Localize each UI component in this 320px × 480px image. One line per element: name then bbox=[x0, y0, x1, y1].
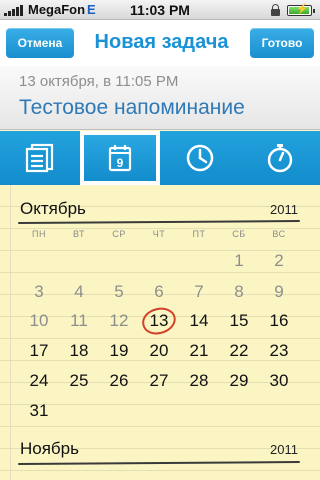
calendar-day[interactable]: 4 bbox=[59, 282, 99, 302]
calendar-day[interactable]: 12 bbox=[99, 311, 139, 331]
task-header: 13 октября, в 11:05 PM Тестовое напомина… bbox=[0, 66, 320, 130]
tab-time[interactable] bbox=[160, 131, 240, 185]
calendar-day[interactable]: 7 bbox=[179, 282, 219, 302]
calendar-day[interactable]: 10 bbox=[19, 311, 59, 331]
calendar-day[interactable]: 25 bbox=[59, 371, 99, 391]
calendar-day[interactable]: 27 bbox=[139, 371, 179, 391]
calendar-day[interactable]: 24 bbox=[19, 371, 59, 391]
calendar-day[interactable]: 17 bbox=[19, 341, 59, 361]
calendar-day[interactable]: 9 bbox=[259, 282, 299, 302]
calendar-day[interactable]: 23 bbox=[259, 341, 299, 361]
page-title: Новая задача bbox=[94, 31, 229, 53]
calendar-icon-label: 9 bbox=[117, 156, 124, 170]
navigation-bar: Отмена Новая задача Готово bbox=[0, 20, 320, 66]
weekday-label: ВС bbox=[272, 229, 286, 239]
month-title: Ноябрь bbox=[20, 439, 79, 458]
notes-icon bbox=[25, 143, 54, 173]
calendar-day[interactable]: 19 bbox=[99, 341, 139, 361]
calendar-day[interactable]: 31 bbox=[19, 401, 59, 421]
calendar-day[interactable]: 5 bbox=[99, 282, 139, 302]
cancel-button[interactable]: Отмена bbox=[6, 28, 74, 58]
calendar-day[interactable]: 28 bbox=[179, 371, 219, 391]
rotation-lock-icon bbox=[271, 4, 280, 16]
tab-calendar[interactable]: 9 bbox=[80, 131, 160, 185]
calendar-day[interactable]: 1 bbox=[219, 251, 259, 271]
month-title: Октябрь bbox=[20, 199, 86, 218]
calendar-day[interactable]: 6 bbox=[139, 282, 179, 302]
calendar-day[interactable]: 18 bbox=[59, 341, 99, 361]
calendar-day[interactable]: 8 bbox=[219, 282, 259, 302]
calendar-day[interactable]: 14 bbox=[179, 311, 219, 331]
done-button[interactable]: Готово bbox=[250, 28, 314, 58]
weekday-label: ВТ bbox=[73, 229, 85, 239]
month-divider bbox=[17, 461, 301, 465]
weekday-label: СР bbox=[112, 229, 126, 239]
calendar-day[interactable]: 16 bbox=[259, 311, 299, 331]
weekday-label: ПН bbox=[32, 229, 46, 239]
calendar-day[interactable]: 2 bbox=[259, 251, 299, 271]
calendar-day[interactable]: 29 bbox=[219, 371, 259, 391]
calendar-day[interactable]: 26 bbox=[99, 371, 139, 391]
battery-icon: ⚡ bbox=[287, 4, 315, 16]
month-divider bbox=[17, 220, 301, 224]
stopwatch-icon bbox=[267, 144, 293, 173]
charging-icon: ⚡ bbox=[296, 4, 309, 15]
calendar-day[interactable]: 21 bbox=[179, 341, 219, 361]
weekday-label: СБ bbox=[232, 229, 246, 239]
task-date[interactable]: 13 октября, в 11:05 PM bbox=[19, 73, 178, 90]
weekday-label: ЧТ bbox=[152, 229, 166, 239]
clock-icon bbox=[186, 144, 214, 172]
calendar-day[interactable]: 30 bbox=[259, 371, 299, 391]
task-title[interactable]: Тестовое напоминание bbox=[19, 96, 245, 120]
month-year: 2011 bbox=[270, 202, 298, 217]
calendar-day[interactable]: 20 bbox=[139, 341, 179, 361]
selected-day[interactable]: 13 bbox=[139, 311, 179, 331]
status-bar: MegaFon E 11:03 PM ⚡ bbox=[0, 0, 320, 20]
calendar-day[interactable]: 22 bbox=[219, 341, 259, 361]
calendar-day[interactable]: 3 bbox=[19, 282, 59, 302]
calendar-icon: 9 bbox=[108, 145, 132, 172]
tab-timer[interactable] bbox=[240, 131, 320, 185]
calendar-day[interactable]: 11 bbox=[59, 311, 99, 331]
tab-bar: 9 bbox=[0, 131, 320, 185]
calendar-day[interactable]: 15 bbox=[219, 311, 259, 331]
calendar: Октябрь 2011 ПН ВТ СР ЧТ ПТ СБ ВС 1 2 3 4 5 6 7 8 9 10 11… bbox=[0, 185, 320, 480]
month-year: 2011 bbox=[270, 442, 298, 457]
tab-notes[interactable] bbox=[0, 131, 80, 185]
weekday-label: ПТ bbox=[192, 229, 206, 239]
